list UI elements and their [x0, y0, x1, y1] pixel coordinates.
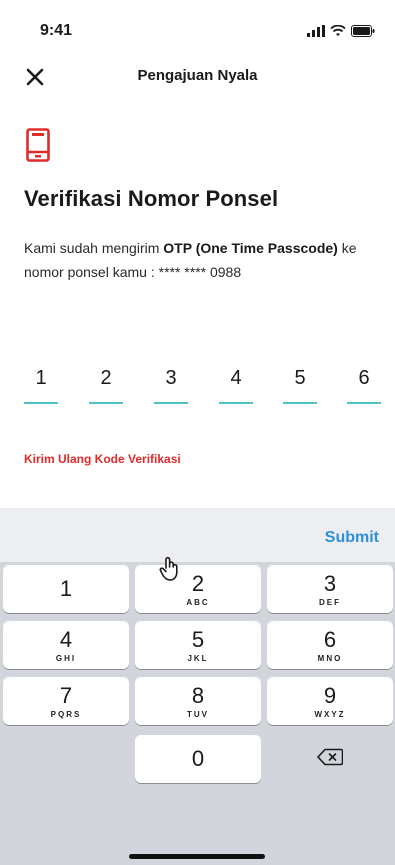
otp-digit: 1: [35, 367, 47, 389]
key-digit: 9: [323, 683, 337, 708]
wifi-icon: [330, 24, 346, 42]
otp-cell-3[interactable]: 3: [154, 364, 188, 404]
otp-label: OTP (One Time Passcode): [163, 240, 338, 256]
otp-underline: [89, 402, 123, 404]
otp-underline: [219, 402, 253, 404]
status-icons: [307, 24, 375, 42]
key-0[interactable]: 0: [135, 735, 261, 783]
otp-cell-4[interactable]: 4: [219, 364, 253, 404]
otp-cell-1[interactable]: 1: [24, 364, 58, 404]
otp-digit: 2: [100, 367, 112, 389]
key-letters: MNO: [317, 654, 343, 663]
key-digit: 8: [191, 683, 205, 708]
key-digit: 5: [191, 627, 205, 652]
page-title: Verifikasi Nomor Ponsel: [24, 186, 279, 211]
key-9[interactable]: 9 WXYZ: [267, 677, 393, 725]
key-digit: 2: [191, 571, 205, 596]
resend-code-link[interactable]: Kirim Ulang Kode Verifikasi: [24, 452, 181, 466]
otp-cell-6[interactable]: 6: [347, 364, 381, 404]
otp-digit: 6: [358, 367, 370, 389]
otp-digit: 5: [294, 367, 306, 389]
home-indicator: [129, 854, 265, 859]
key-6[interactable]: 6 MNO: [267, 621, 393, 669]
battery-icon: [351, 24, 375, 42]
key-letters: GHI: [55, 654, 77, 663]
phone-icon: [26, 128, 50, 167]
key-digit: 1: [59, 576, 73, 601]
key-2[interactable]: 2 ABC: [135, 565, 261, 613]
otp-underline: [154, 402, 188, 404]
submit-button[interactable]: Submit: [325, 529, 379, 547]
key-3[interactable]: 3 DEF: [267, 565, 393, 613]
key-digit: 7: [59, 683, 73, 708]
signal-icon: [307, 24, 325, 42]
otp-cell-2[interactable]: 2: [89, 364, 123, 404]
otp-description: Kami sudah mengirim OTP (One Time Passco…: [24, 236, 374, 284]
otp-digit: 3: [165, 367, 177, 389]
key-letters: WXYZ: [314, 710, 346, 719]
status-time: 9:41: [40, 22, 73, 39]
key-digit: 4: [59, 627, 73, 652]
otp-underline: [24, 402, 58, 404]
key-letters: PQRS: [50, 710, 82, 719]
key-digit: 0: [191, 746, 205, 771]
hand-cursor-icon: [158, 556, 182, 587]
description-text: Kami sudah mengirim: [24, 240, 164, 256]
key-digit: 6: [323, 627, 337, 652]
header-title: Pengajuan Nyala: [137, 67, 258, 84]
key-8[interactable]: 8 TUV: [135, 677, 261, 725]
key-digit: 3: [323, 571, 337, 596]
key-letters: DEF: [319, 598, 341, 607]
backspace-key[interactable]: [267, 735, 393, 783]
otp-underline: [283, 402, 317, 404]
otp-cell-5[interactable]: 5: [283, 364, 317, 404]
key-5[interactable]: 5 JKL: [135, 621, 261, 669]
otp-underline: [347, 402, 381, 404]
screen: 9:41 Pengajuan Nyala Verifikasi Nomor Po…: [0, 0, 395, 865]
key-1[interactable]: 1: [3, 565, 129, 613]
otp-digit: 4: [230, 367, 242, 389]
key-7[interactable]: 7 PQRS: [3, 677, 129, 725]
key-4[interactable]: 4 GHI: [3, 621, 129, 669]
key-letters: ABC: [186, 598, 210, 607]
key-letters: JKL: [187, 654, 209, 663]
status-bar: 9:41: [0, 0, 395, 60]
backspace-icon: [317, 748, 344, 771]
key-letters: TUV: [187, 710, 209, 719]
